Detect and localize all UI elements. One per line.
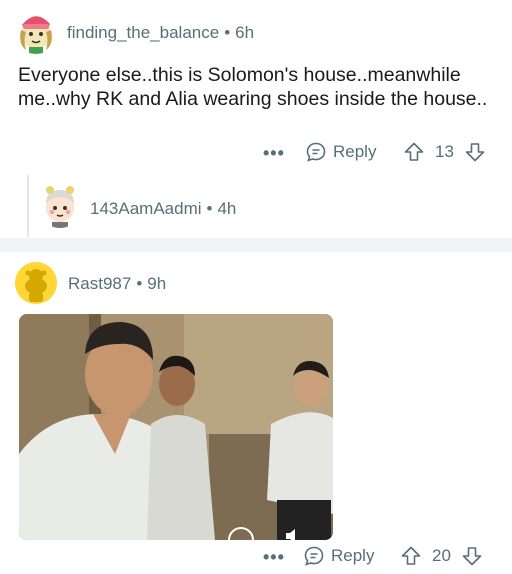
comment-3-meta: Rast987 • 9h <box>68 274 166 294</box>
thread-line[interactable] <box>27 175 29 237</box>
reply-label: Reply <box>333 142 377 161</box>
separator-dot: • <box>224 23 231 42</box>
comment-1-meta: finding_the_balance • 6h <box>67 23 254 43</box>
snoo-avatar-icon <box>15 262 57 304</box>
reply-label: Reply <box>331 546 375 565</box>
vote-control: 13 <box>403 141 486 163</box>
video-thumbnail[interactable] <box>19 314 333 540</box>
section-divider <box>0 238 512 252</box>
vote-count: 20 <box>432 546 451 565</box>
reply-button[interactable]: Reply <box>303 545 374 567</box>
more-icon: ••• <box>263 143 285 163</box>
vote-count: 13 <box>435 142 454 161</box>
more-options-button[interactable]: ••• <box>263 547 285 568</box>
reply-icon <box>304 546 324 566</box>
comment-1-body: Everyone else..this is Solomon's house..… <box>18 64 488 110</box>
downvote-icon[interactable] <box>464 141 486 163</box>
avatar-finding-the-balance[interactable] <box>14 10 58 54</box>
separator-dot: • <box>136 274 143 293</box>
username-link[interactable]: 143AamAadmi <box>90 199 202 218</box>
timestamp: 4h <box>217 199 237 218</box>
vote-control: 20 <box>400 545 483 567</box>
avatar-icon <box>46 186 74 228</box>
comment-2-meta: 143AamAadmi • 4h <box>90 199 236 219</box>
timestamp: 9h <box>147 274 167 293</box>
separator-dot: • <box>206 199 213 218</box>
more-icon: ••• <box>263 547 285 567</box>
avatar-icon <box>20 16 52 54</box>
video-frame-image <box>19 314 333 540</box>
timestamp: 6h <box>235 23 255 42</box>
username-link[interactable]: finding_the_balance <box>67 23 219 42</box>
downvote-icon[interactable] <box>461 545 483 567</box>
avatar-rast987[interactable] <box>15 262 57 304</box>
upvote-icon[interactable] <box>400 545 422 567</box>
reply-icon <box>306 142 326 162</box>
sound-icon[interactable] <box>283 526 303 540</box>
reply-button[interactable]: Reply <box>305 141 376 163</box>
more-options-button[interactable]: ••• <box>263 143 285 164</box>
username-link[interactable]: Rast987 <box>68 274 131 293</box>
avatar-143aamaadmi[interactable] <box>38 182 82 228</box>
upvote-icon[interactable] <box>403 141 425 163</box>
